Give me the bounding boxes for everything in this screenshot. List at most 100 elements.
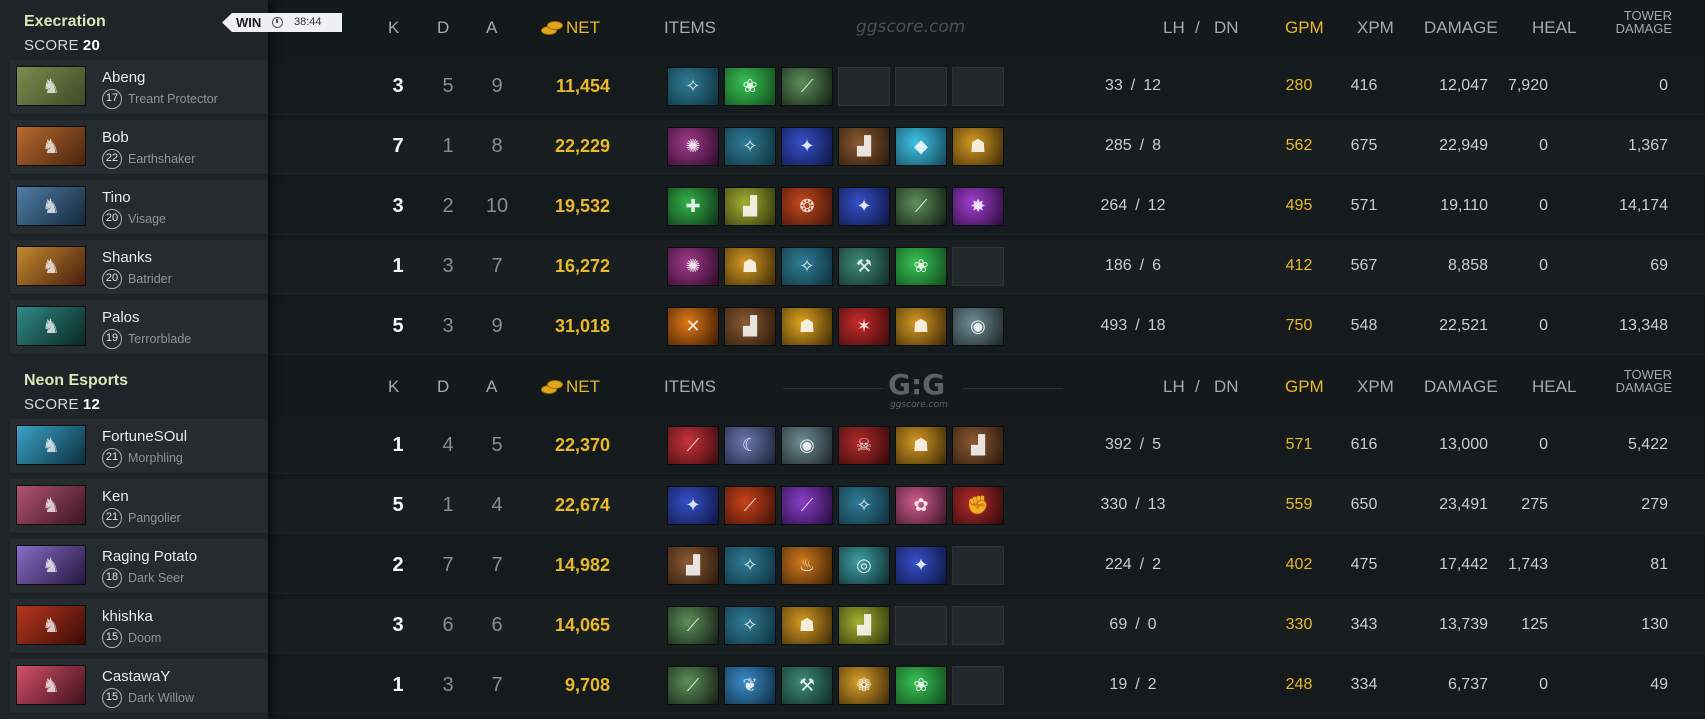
xpm-header[interactable]: XPM bbox=[1357, 18, 1394, 38]
tower-damage-header[interactable]: TOWER DAMAGE bbox=[1608, 9, 1672, 35]
boots-icon[interactable]: ▟ bbox=[952, 426, 1004, 465]
staff-icon[interactable]: ⚒ bbox=[838, 247, 890, 286]
player-name[interactable]: Palos bbox=[102, 309, 140, 326]
orb-icon[interactable]: ✺ bbox=[667, 247, 719, 286]
helm-icon[interactable]: ☗ bbox=[781, 307, 833, 346]
claw-icon[interactable]: ✶ bbox=[838, 307, 890, 346]
wand-icon[interactable]: ⟋ bbox=[667, 606, 719, 645]
player-card[interactable]: ♞ Abeng 17 Treant Protector bbox=[10, 60, 267, 115]
blade-icon[interactable]: ✧ bbox=[724, 127, 776, 166]
player-card[interactable]: ♞ Ken 21 Pangolier bbox=[10, 479, 267, 534]
player-card[interactable]: ♞ Shanks 20 Batrider bbox=[10, 240, 267, 295]
hero-portrait[interactable]: ♞ bbox=[16, 126, 86, 166]
damage-header[interactable]: DAMAGE bbox=[1424, 18, 1498, 38]
d-header[interactable]: D bbox=[437, 377, 449, 397]
scepter-icon[interactable]: ✦ bbox=[781, 127, 833, 166]
player-name[interactable]: khishka bbox=[102, 608, 153, 625]
boots-icon[interactable]: ❀ bbox=[895, 666, 947, 705]
lotus-icon[interactable]: ✿ bbox=[895, 486, 947, 525]
net-header[interactable]: NET bbox=[541, 18, 600, 38]
burst-icon[interactable]: ✸ bbox=[952, 187, 1004, 226]
orb-icon[interactable]: ✺ bbox=[667, 127, 719, 166]
damage-header[interactable]: DAMAGE bbox=[1424, 377, 1498, 397]
skull-icon[interactable]: ◉ bbox=[781, 426, 833, 465]
orb-icon[interactable]: ◎ bbox=[838, 546, 890, 585]
boots-icon[interactable]: ▟ bbox=[838, 127, 890, 166]
helm-icon[interactable]: ☗ bbox=[724, 247, 776, 286]
blade-icon[interactable]: ✧ bbox=[838, 486, 890, 525]
player-name[interactable]: Ken bbox=[102, 488, 129, 505]
crossed-blades-icon[interactable]: ✕ bbox=[667, 307, 719, 346]
player-card[interactable]: ♞ Tino 20 Visage bbox=[10, 180, 267, 235]
boots-icon[interactable]: ▟ bbox=[667, 546, 719, 585]
hero-portrait[interactable]: ♞ bbox=[16, 665, 86, 705]
gauntlet-icon[interactable]: ✊ bbox=[952, 486, 1004, 525]
hero-portrait[interactable]: ♞ bbox=[16, 485, 86, 525]
scepter-icon[interactable]: ✦ bbox=[667, 486, 719, 525]
gpm-header[interactable]: GPM bbox=[1285, 377, 1324, 397]
bottle-icon[interactable]: ❁ bbox=[838, 666, 890, 705]
moon-icon[interactable]: ☾ bbox=[724, 426, 776, 465]
wand-icon[interactable]: ⟋ bbox=[781, 67, 833, 106]
wand-icon[interactable]: ⟋ bbox=[895, 187, 947, 226]
tower-damage-header[interactable]: TOWER DAMAGE bbox=[1608, 368, 1672, 394]
skull-icon[interactable]: ◉ bbox=[952, 307, 1004, 346]
a-header[interactable]: A bbox=[486, 18, 497, 38]
boots-icon[interactable]: ▟ bbox=[724, 187, 776, 226]
sword-icon[interactable]: ⟋ bbox=[667, 426, 719, 465]
blade-icon[interactable]: ✧ bbox=[667, 67, 719, 106]
hero-portrait[interactable]: ♞ bbox=[16, 605, 86, 645]
lh-header[interactable]: LH bbox=[1163, 377, 1185, 397]
dn-header[interactable]: DN bbox=[1214, 377, 1239, 397]
blade-icon[interactable]: ✧ bbox=[724, 606, 776, 645]
player-card[interactable]: ♞ FortuneSOul 21 Morphling bbox=[10, 419, 267, 474]
hero-portrait[interactable]: ♞ bbox=[16, 246, 86, 286]
scepter-icon[interactable]: ✦ bbox=[838, 187, 890, 226]
player-name[interactable]: CastawaY bbox=[102, 668, 170, 685]
wand-icon[interactable]: ⟋ bbox=[667, 666, 719, 705]
lantern-icon[interactable]: ♨ bbox=[781, 546, 833, 585]
helm-icon[interactable]: ☗ bbox=[952, 127, 1004, 166]
mask-icon[interactable]: ☠ bbox=[838, 426, 890, 465]
k-header[interactable]: K bbox=[388, 18, 399, 38]
crystal-icon[interactable]: ◆ bbox=[895, 127, 947, 166]
spear-icon[interactable]: ⟋ bbox=[724, 486, 776, 525]
net-header[interactable]: NET bbox=[541, 377, 600, 397]
gpm-header[interactable]: GPM bbox=[1285, 18, 1324, 38]
wand-icon[interactable]: ⟋ bbox=[781, 486, 833, 525]
player-name[interactable]: Tino bbox=[102, 189, 131, 206]
team-name[interactable]: Neon Esports bbox=[24, 372, 128, 390]
player-card[interactable]: ♞ Bob 22 Earthshaker bbox=[10, 120, 267, 175]
boots-icon[interactable]: ▟ bbox=[724, 307, 776, 346]
heal-header[interactable]: HEAL bbox=[1532, 18, 1576, 38]
dragon-icon[interactable]: ❦ bbox=[724, 666, 776, 705]
staff-icon[interactable]: ⚒ bbox=[781, 666, 833, 705]
player-card[interactable]: ♞ Palos 19 Terrorblade bbox=[10, 300, 267, 355]
hero-portrait[interactable]: ♞ bbox=[16, 186, 86, 226]
dn-header[interactable]: DN bbox=[1214, 18, 1239, 38]
boots-icon[interactable]: ▟ bbox=[838, 606, 890, 645]
helm-icon[interactable]: ☗ bbox=[895, 307, 947, 346]
player-card[interactable]: ♞ CastawaY 15 Dark Willow bbox=[10, 659, 267, 714]
player-card[interactable]: ♞ khishka 15 Doom bbox=[10, 599, 267, 654]
d-header[interactable]: D bbox=[437, 18, 449, 38]
blade-icon[interactable]: ✧ bbox=[724, 546, 776, 585]
hero-portrait[interactable]: ♞ bbox=[16, 545, 86, 585]
hero-portrait[interactable]: ♞ bbox=[16, 306, 86, 346]
boots-icon[interactable]: ❀ bbox=[895, 247, 947, 286]
lh-header[interactable]: LH bbox=[1163, 18, 1185, 38]
hero-portrait[interactable]: ♞ bbox=[16, 425, 86, 465]
shield-icon[interactable]: ❂ bbox=[781, 187, 833, 226]
heal-header[interactable]: HEAL bbox=[1532, 377, 1576, 397]
xpm-header[interactable]: XPM bbox=[1357, 377, 1394, 397]
player-card[interactable]: ♞ Raging Potato 18 Dark Seer bbox=[10, 539, 267, 594]
player-name[interactable]: Shanks bbox=[102, 249, 152, 266]
player-name[interactable]: Abeng bbox=[102, 69, 145, 86]
player-name[interactable]: FortuneSOul bbox=[102, 428, 187, 445]
helm-icon[interactable]: ☗ bbox=[781, 606, 833, 645]
helm-icon[interactable]: ☗ bbox=[895, 426, 947, 465]
boots-icon[interactable]: ❀ bbox=[724, 67, 776, 106]
player-name[interactable]: Bob bbox=[102, 129, 129, 146]
k-header[interactable]: K bbox=[388, 377, 399, 397]
hero-portrait[interactable]: ♞ bbox=[16, 66, 86, 106]
